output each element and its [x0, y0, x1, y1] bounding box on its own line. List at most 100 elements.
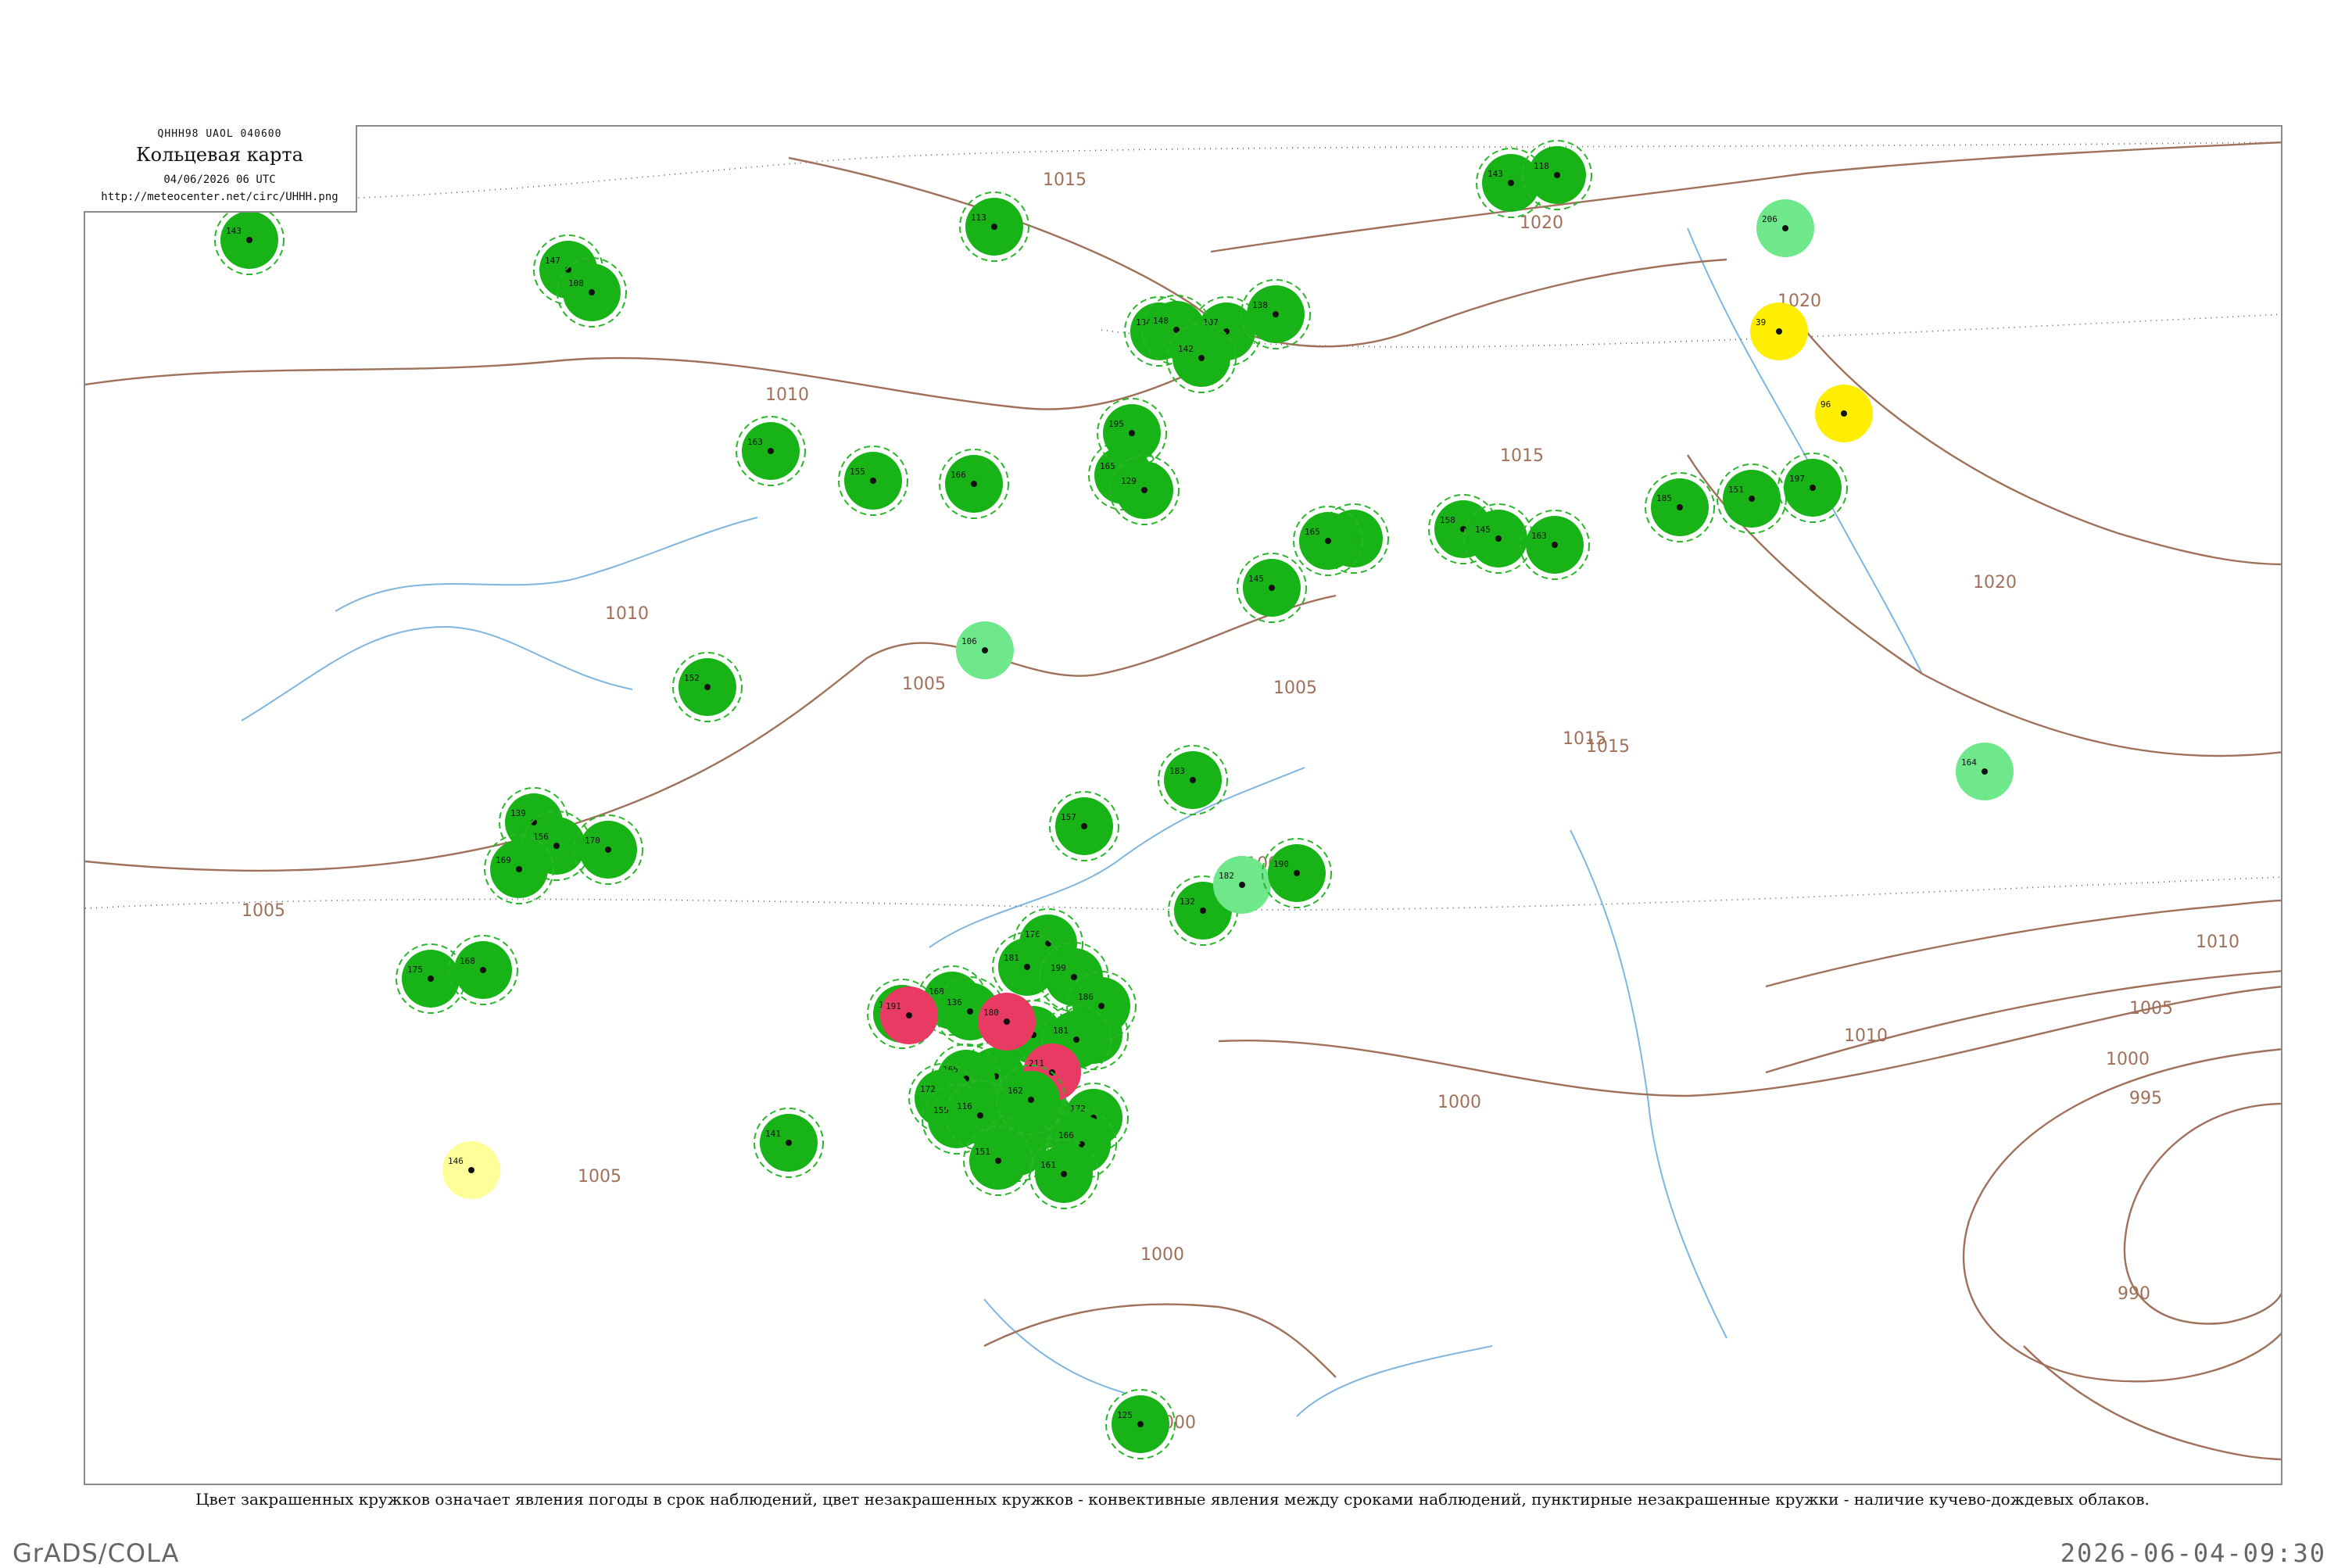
- isobar-label: 990: [2118, 1284, 2150, 1304]
- isobar-1005-west: [85, 594, 1337, 872]
- station-marker[interactable]: 185: [1645, 472, 1715, 542]
- station-marker[interactable]: 155: [838, 446, 908, 516]
- station-marker[interactable]: 161: [1029, 1139, 1099, 1209]
- station-marker[interactable]: 164: [1956, 743, 2014, 800]
- isobar-label: 995: [2129, 1089, 2162, 1108]
- station-temperature-label: 145: [1248, 574, 1264, 584]
- station-marker[interactable]: 152: [672, 652, 743, 722]
- station-marker[interactable]: 197: [1778, 453, 1848, 523]
- station-dot: [589, 289, 595, 295]
- station-temperature-label: 186: [1078, 992, 1094, 1002]
- station-dot: [1776, 328, 1782, 335]
- station-temperature-label: 118: [1534, 161, 1549, 171]
- station-marker[interactable]: 182: [1213, 856, 1271, 914]
- station-marker[interactable]: 145: [1463, 503, 1534, 574]
- isobar-1020-east: [1804, 329, 2281, 566]
- station-temperature-label: 195: [1108, 419, 1124, 429]
- station-marker[interactable]: 142: [1166, 323, 1237, 393]
- station-marker[interactable]: 166: [939, 449, 1009, 519]
- station-marker[interactable]: 151: [963, 1126, 1033, 1196]
- station-temperature-label: 141: [765, 1129, 781, 1139]
- station-dot: [1239, 882, 1245, 888]
- station-temperature-label: 172: [1070, 1104, 1086, 1114]
- station-marker[interactable]: 143: [214, 205, 285, 275]
- station-dot: [1508, 180, 1514, 186]
- isobar-label: 1010: [765, 385, 809, 405]
- isobar-label: 1020: [1973, 573, 2017, 592]
- station-marker[interactable]: 106: [956, 621, 1014, 679]
- station-temperature-label: 163: [1531, 531, 1547, 541]
- map-datetime: 04/06/2026 06 UTC: [163, 174, 276, 186]
- station-marker[interactable]: 145: [1237, 553, 1307, 623]
- station-temperature-label: 143: [1488, 169, 1503, 179]
- isobar-1020-north: [1210, 141, 2281, 253]
- station-marker[interactable]: 163: [736, 416, 806, 486]
- station-temperature-label: 143: [226, 226, 242, 236]
- station-temperature-label: 166: [951, 470, 966, 480]
- station-marker[interactable]: 146: [442, 1141, 500, 1199]
- isobar-label: 1005: [1273, 678, 1317, 698]
- isobar-label: 1005: [578, 1167, 621, 1187]
- station-marker[interactable]: 170: [573, 814, 643, 885]
- station-marker[interactable]: 125: [1105, 1389, 1176, 1459]
- station-marker[interactable]: 168: [448, 935, 518, 1005]
- station-marker[interactable]: 163: [1520, 510, 1590, 580]
- isobar-label: 1015: [1586, 737, 1630, 757]
- station-marker[interactable]: 39: [1750, 303, 1808, 360]
- station-temperature-label: 181: [1053, 1026, 1069, 1036]
- station-dot: [480, 967, 486, 973]
- isobar-label: 1015: [1500, 446, 1544, 466]
- isobar-label: 1005: [242, 901, 285, 921]
- station-marker[interactable]: 141: [754, 1108, 824, 1178]
- station-temperature-label: 156: [533, 832, 549, 842]
- station-temperature-label: 129: [1121, 476, 1137, 486]
- station-temperature-label: 185: [1656, 493, 1672, 503]
- station-marker[interactable]: 180: [978, 993, 1036, 1051]
- station-dot: [1028, 1097, 1034, 1103]
- footer-timestamp: 2026-06-04-09:30: [2060, 1538, 2326, 1568]
- station-temperature-label: 39: [1756, 317, 1766, 328]
- station-marker[interactable]: 206: [1756, 199, 1814, 257]
- station-temperature-label: 170: [585, 836, 600, 846]
- bulletin-header: QHHH98 UAOL 040600: [157, 128, 282, 140]
- station-marker[interactable]: 191: [880, 986, 938, 1044]
- station-temperature-label: 163: [747, 437, 763, 447]
- river: [1570, 829, 1727, 1339]
- station-dot: [1129, 430, 1135, 436]
- station-marker[interactable]: 151: [1717, 464, 1787, 534]
- station-marker[interactable]: 108: [557, 257, 627, 328]
- station-temperature-label: 157: [1061, 812, 1076, 822]
- station-temperature-label: 197: [1789, 474, 1805, 484]
- station-dot: [1677, 504, 1683, 510]
- station-marker[interactable]: 113: [959, 192, 1029, 262]
- station-marker[interactable]: 175: [396, 943, 466, 1014]
- station-dot: [1081, 823, 1087, 829]
- station-dot: [1137, 1421, 1144, 1427]
- station-temperature-label: 155: [850, 467, 865, 477]
- river: [1296, 1345, 1493, 1417]
- station-marker[interactable]: 96: [1815, 385, 1873, 442]
- station-dot: [1554, 172, 1560, 178]
- station-temperature-label: 168: [460, 956, 475, 966]
- station-temperature-label: 206: [1762, 214, 1778, 224]
- station-temperature-label: 183: [1169, 766, 1185, 776]
- map-source-url[interactable]: http://meteocenter.net/circ/UHHH.png: [84, 191, 356, 203]
- station-temperature-label: 190: [1273, 859, 1289, 869]
- river: [983, 1298, 1126, 1394]
- station-temperature-label: 180: [983, 1008, 999, 1018]
- station-marker[interactable]: 190: [1262, 838, 1332, 908]
- isobar-1000-east: [1218, 986, 2281, 1097]
- river: [241, 625, 633, 721]
- station-marker[interactable]: 169: [484, 834, 554, 904]
- station-marker[interactable]: 157: [1049, 791, 1119, 861]
- station-dot: [1325, 538, 1331, 544]
- station-temperature-label: 145: [1475, 524, 1491, 535]
- legend-caption: Цвет закрашенных кружков означает явлени…: [195, 1490, 2150, 1509]
- station-temperature-label: 132: [1180, 897, 1195, 907]
- station-temperature-label: 148: [1153, 316, 1169, 326]
- isobar-1010-north: [85, 356, 1219, 410]
- station-layer: 143147108113107134 148142138143118163155 1…: [214, 140, 2014, 1459]
- station-marker[interactable]: 129: [1109, 455, 1180, 525]
- isobar-label: 1020: [1520, 213, 1563, 233]
- map-title: Кольцевая карта: [136, 144, 303, 166]
